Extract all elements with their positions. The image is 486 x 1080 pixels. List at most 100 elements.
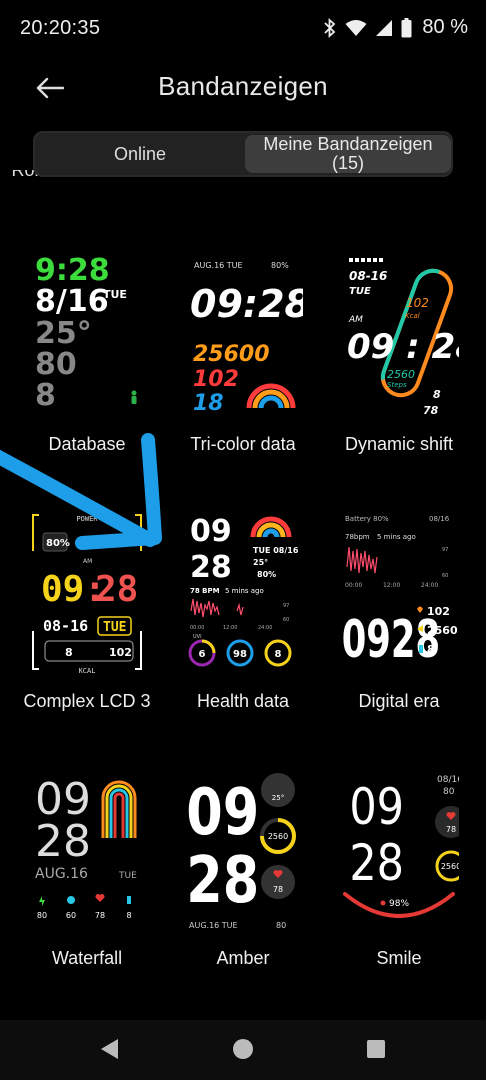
watchface-preview: 9:28 8/16 TUE 25° 80 8 xyxy=(27,254,147,420)
face-steps: 2560 xyxy=(387,368,415,381)
digital-era-face: Battery 80% 08/16 78bpm 5 mins ago 97 60… xyxy=(342,515,458,670)
face-time-hour: 09 xyxy=(186,775,259,849)
watchface-preview: AUG.16 TUE 80% 09:28 25600 102 18 xyxy=(183,254,303,420)
home-circle-icon[interactable] xyxy=(232,1038,254,1060)
face-kcal: 102 xyxy=(406,296,429,310)
face-day: TUE xyxy=(349,286,371,297)
face-kcal-unit: Kcal xyxy=(405,312,420,320)
battery-icon xyxy=(401,17,412,37)
face-hr: 78 xyxy=(273,885,283,894)
face-stand: 8 xyxy=(65,646,73,659)
face-hr: 80 xyxy=(35,347,77,382)
back-triangle-icon[interactable] xyxy=(100,1038,120,1060)
face-kcal-unit: KCAL xyxy=(79,667,96,675)
face-axis-bottom: 60 xyxy=(283,617,289,623)
face-time: 09:28 xyxy=(190,282,303,326)
tab-online[interactable]: Online xyxy=(35,133,245,175)
face-date: 08/16 xyxy=(437,775,459,785)
face-steps: 2560 xyxy=(441,862,459,871)
face-spo2: 98% xyxy=(389,899,409,909)
face-date: 08-16 xyxy=(43,617,88,635)
recents-square-icon[interactable] xyxy=(367,1040,385,1058)
face-battery: Battery 80% xyxy=(345,515,389,523)
system-nav-bar xyxy=(0,1020,486,1080)
face-bpm: 78 BPM xyxy=(190,587,220,595)
face-v3: 78 xyxy=(95,911,105,920)
status-time: 20:20:35 xyxy=(20,17,101,39)
face-axis-top: 97 xyxy=(442,547,448,553)
tab-bar: Online Meine Bandanzeigen (15) xyxy=(33,131,453,177)
face-kcal: 102 xyxy=(109,646,132,659)
status-bar: 20:20:35 80 % xyxy=(0,0,486,58)
database-face: 9:28 8/16 TUE 25° 80 8 xyxy=(35,254,137,413)
watchface-label: Tri-color data xyxy=(190,434,296,454)
face-date: AUG.16 xyxy=(35,866,88,882)
smile-face: 09 28 08/16 80 78 2560 98% xyxy=(343,775,459,918)
watchface-label: Amber xyxy=(216,948,270,968)
watchface-card-health-data[interactable]: 09 28 TUE 08/16 25° 80% 78 BPM 5 mins ag… xyxy=(162,511,324,768)
face-time-hour: 09 xyxy=(190,514,232,549)
tab-mine-count: (15) xyxy=(331,153,364,173)
app-header: Bandanzeigen xyxy=(0,58,486,118)
face-t1: 12:00 xyxy=(223,625,237,631)
face-t0: 00:00 xyxy=(345,582,362,589)
watchface-card-waterfall[interactable]: 09 28 AUG.16 TUE 80 60 78 8 Waterfall xyxy=(6,768,168,1020)
waterfall-face: 09 28 AUG.16 TUE 80 60 78 8 xyxy=(35,774,137,920)
watchface-preview: 08-16 TUE 102 Kcal AM 09 : 28 2560 Steps… xyxy=(339,254,459,420)
face-day: TUE xyxy=(103,620,126,635)
face-time-minute: 28 xyxy=(35,816,91,867)
tab-mine-label: Meine Bandanzeigen xyxy=(263,135,433,154)
face-t2: 24:00 xyxy=(258,625,272,631)
face-time-minute: 28 xyxy=(186,843,259,917)
annotation-arrow xyxy=(0,433,162,550)
signal-icon xyxy=(376,19,393,36)
tricolor-face: AUG.16 TUE 80% 09:28 25600 102 18 xyxy=(190,261,303,416)
watchface-label: Smile xyxy=(376,948,422,968)
face-v2: 60 xyxy=(66,911,76,920)
face-bpm: 78bpm xyxy=(345,533,370,541)
face-kcal: 102 xyxy=(193,367,239,392)
face-temp: 25° xyxy=(35,316,92,351)
face-ago: 5 mins ago xyxy=(225,587,264,595)
face-ring2: 98 xyxy=(233,649,247,660)
watchface-card-amber[interactable]: 09 28 25° 2560 78 AUG.16 TUE 80 Amber xyxy=(162,768,324,1020)
amber-face: 09 28 25° 2560 78 AUG.16 TUE 80 xyxy=(186,773,296,930)
face-time: 9:28 xyxy=(35,254,110,288)
face-steps: 2560 xyxy=(427,624,458,637)
person-icon xyxy=(131,396,137,404)
watchface-card-smile[interactable]: 09 28 08/16 80 78 2560 98% Smile xyxy=(318,768,480,1020)
watchface-preview: Battery 80% 08/16 78bpm 5 mins ago 97 60… xyxy=(339,511,459,677)
face-date: TUE 08/16 xyxy=(253,546,299,555)
face-temp: 25° xyxy=(253,558,268,567)
face-hr: 78 xyxy=(446,825,456,834)
face-time-hour: 09 xyxy=(349,778,404,836)
face-steps-unit: Steps xyxy=(387,381,407,389)
face-day: TUE xyxy=(103,288,127,301)
tab-meine-bandanzeigen[interactable]: Meine Bandanzeigen (15) xyxy=(245,135,451,173)
face-ring1: 6 xyxy=(199,649,206,660)
face-axis-bottom: 60 xyxy=(442,573,448,579)
face-time: 0928 xyxy=(342,610,440,670)
face-ago: 5 mins ago xyxy=(377,533,416,541)
wifi-icon xyxy=(345,19,367,36)
page-title: Bandanzeigen xyxy=(158,71,328,101)
health-data-face: 09 28 TUE 08/16 25° 80% 78 BPM 5 mins ag… xyxy=(188,514,299,667)
watchface-preview: 09 28 TUE 08/16 25° 80% 78 BPM 5 mins ag… xyxy=(183,511,303,677)
face-battery: 80 xyxy=(443,787,455,797)
watchface-label: Digital era xyxy=(358,691,440,711)
watchface-card-digital-era[interactable]: Battery 80% 08/16 78bpm 5 mins ago 97 60… xyxy=(318,511,480,768)
watchface-card-dynamic-shift[interactable]: 08-16 TUE 102 Kcal AM 09 : 28 2560 Steps… xyxy=(318,254,480,511)
face-date: AUG.16 TUE xyxy=(189,921,238,930)
face-stand: 8 xyxy=(433,388,441,401)
watchface-card-tricolor[interactable]: AUG.16 TUE 80% 09:28 25600 102 18 Tri-co… xyxy=(162,254,324,511)
face-time: 09 : 28 xyxy=(347,327,459,367)
face-date: 08-16 xyxy=(349,269,387,283)
face-time-minute: 28 xyxy=(349,834,404,892)
face-t1: 12:00 xyxy=(383,582,400,589)
face-t2: 24:00 xyxy=(421,582,438,589)
face-battery: 80 xyxy=(276,921,286,930)
watchface-preview: 09 28 08/16 80 78 2560 98% xyxy=(339,768,459,934)
face-ampm: AM xyxy=(348,315,363,325)
face-stand: 8 xyxy=(427,643,435,656)
face-stand: 18 xyxy=(193,391,224,416)
